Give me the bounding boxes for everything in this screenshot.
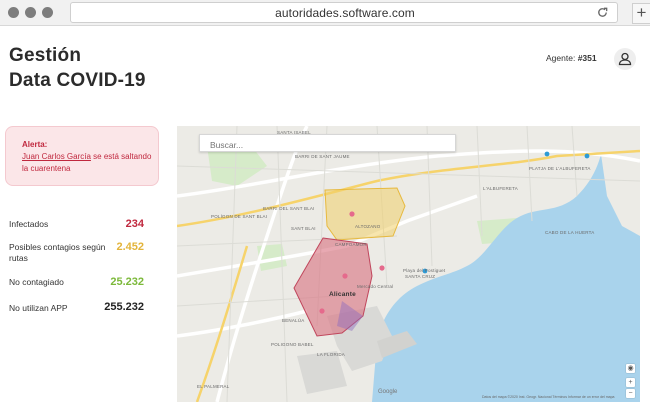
stat-value-no-app: 255.232 xyxy=(104,301,144,313)
stat-value-no-contagiado: 25.232 xyxy=(110,276,144,288)
map-area-label: SANTA CRUZ xyxy=(405,274,436,279)
address-bar[interactable]: autoridades.software.com xyxy=(70,2,618,23)
url-text: autoridades.software.com xyxy=(275,6,415,20)
map-area-label: CABO DE LA HUERTA xyxy=(545,230,595,235)
google-logo: Google xyxy=(378,389,398,395)
agent-label: Agente: #351 xyxy=(546,53,597,63)
reload-icon[interactable] xyxy=(596,6,609,19)
page-title-line1: Gestión xyxy=(9,45,82,66)
map-area-label: POLÍGON DE SANT BLAI xyxy=(211,214,268,219)
map-area-label: SANT BLAI xyxy=(291,226,316,231)
page-title-line2: Data COVID-19 xyxy=(9,70,146,91)
new-tab-button[interactable]: + xyxy=(632,3,650,24)
zoom-in-button[interactable]: + xyxy=(626,378,635,387)
map-area-label: Mercado Central xyxy=(357,284,394,289)
browser-toolbar: autoridades.software.com + xyxy=(0,0,650,26)
quarantine-alert: Alerta: Juan Carlos García se está salta… xyxy=(5,126,159,186)
minimize-window-icon[interactable] xyxy=(25,7,36,18)
map-area-label: BARRI DEL SANT BLAI xyxy=(263,206,315,211)
map-area-label: BENALÚA xyxy=(282,318,305,323)
map-search-input[interactable] xyxy=(200,137,455,153)
zoom-out-button[interactable]: − xyxy=(626,389,635,398)
user-profile-button[interactable] xyxy=(614,48,636,70)
map-area-label: ALTOZANO xyxy=(355,224,381,229)
map-search-box[interactable] xyxy=(199,134,456,153)
stat-value-posibles: 2.452 xyxy=(116,241,144,253)
map-area-label: LA FLORIDA xyxy=(317,352,346,357)
alert-person-link[interactable]: Juan Carlos García xyxy=(22,152,91,161)
map-pegman-icon[interactable]: ◉ xyxy=(626,364,635,373)
map-area-label: CAMPOAMOR xyxy=(335,242,367,247)
close-window-icon[interactable] xyxy=(8,7,19,18)
user-icon xyxy=(618,52,632,66)
map-area-label: BARRI DE SANT JAUME xyxy=(295,154,350,159)
map-area-label: EL PALMERAL xyxy=(197,384,230,389)
map-area-label: L'ALBUFERETA xyxy=(483,186,518,191)
map-area-label: POLIGONO BABEL xyxy=(271,342,314,347)
map-attribution: Datos del mapa ©2020 Inst. Geogr. Nacion… xyxy=(482,395,615,399)
alert-title: Alerta: xyxy=(22,140,48,149)
maximize-window-icon[interactable] xyxy=(42,7,53,18)
agent-id: #351 xyxy=(577,53,597,63)
stat-value-infectados: 234 xyxy=(125,218,144,230)
map-area-label: Playa del Postiguet xyxy=(403,268,446,273)
possible-contagion-zone xyxy=(324,187,406,241)
city-map[interactable]: SANTA ISABEL BARRI DE SANT JAUME L'ALBUFER… xyxy=(177,126,640,402)
map-area-label: PLATJA DE L'ALBUFERETA xyxy=(529,166,591,171)
map-area-label: Alicante xyxy=(329,291,356,298)
